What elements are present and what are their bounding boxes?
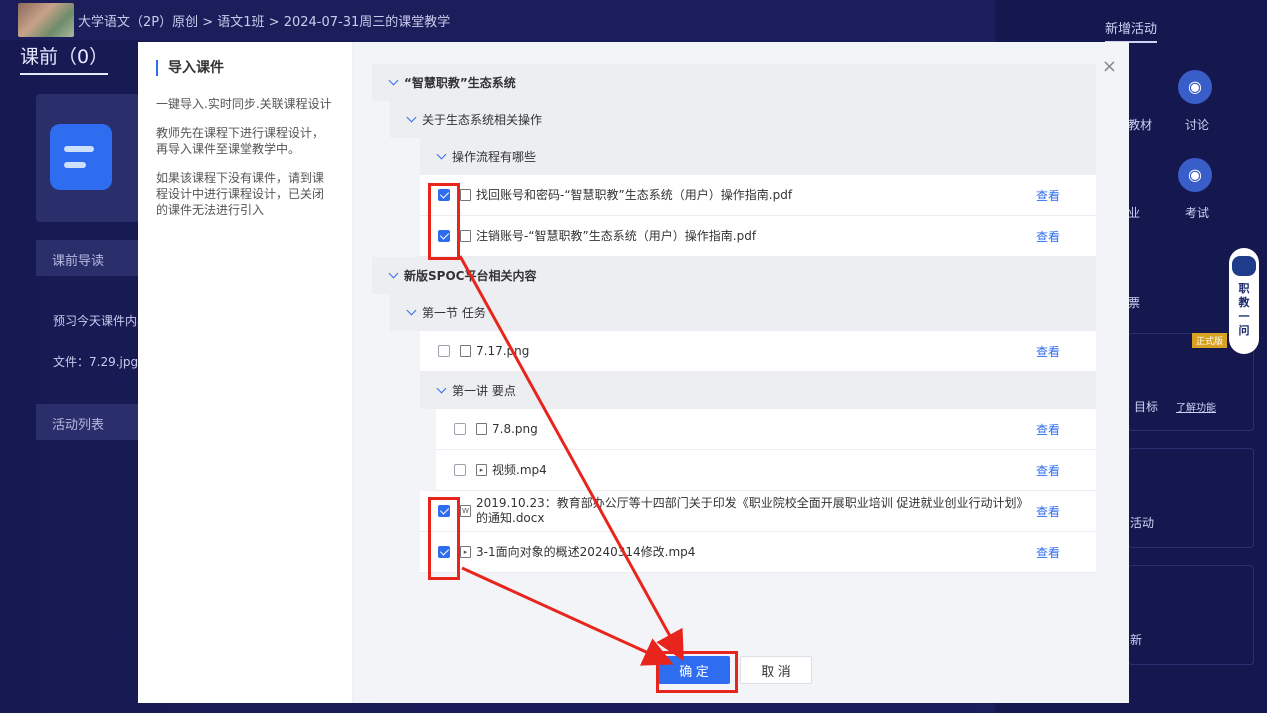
arrow-top (458, 255, 684, 662)
annotation-arrows (458, 255, 684, 666)
arrow-bottom (461, 566, 674, 666)
